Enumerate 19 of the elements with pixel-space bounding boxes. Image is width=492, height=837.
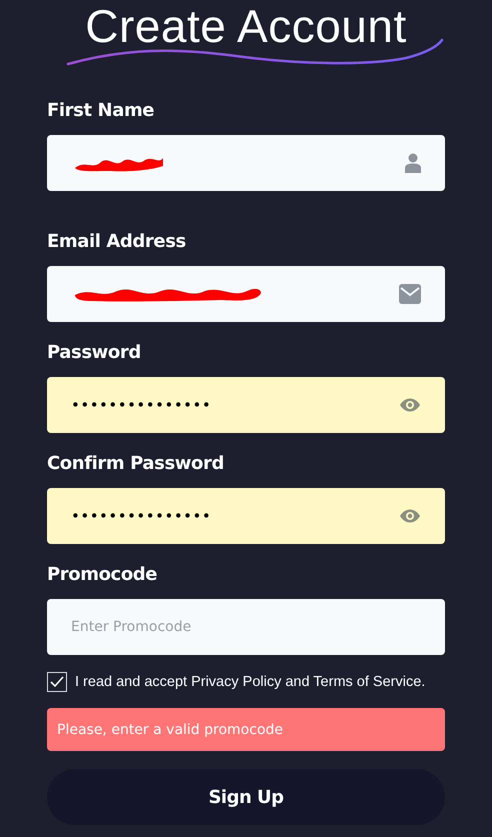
- input-field[interactable]: •••••••••••••••: [47, 377, 445, 433]
- input-field[interactable]: [47, 135, 445, 191]
- check-icon: [50, 676, 64, 688]
- error-message: Please, enter a valid promocode: [47, 708, 445, 751]
- sign-up-button[interactable]: Sign Up: [47, 769, 445, 825]
- checkbox[interactable]: [47, 672, 67, 692]
- terms-text: I read and accept Privacy Policy and Terms of Service.: [75, 674, 426, 690]
- field-label: Confirm Password: [47, 453, 225, 475]
- field-label: Password: [47, 342, 142, 364]
- input-field[interactable]: •••••••••••••••: [47, 488, 445, 544]
- page-title: Create Account: [85, 0, 407, 52]
- eye-icon[interactable]: [399, 398, 421, 412]
- mail-icon: [399, 284, 421, 304]
- input-field[interactable]: [47, 266, 445, 322]
- eye-icon[interactable]: [399, 509, 421, 523]
- field-label: First Name: [47, 100, 156, 122]
- person-icon: [405, 153, 421, 173]
- field-label: Email Address: [47, 231, 187, 253]
- field-label: Promocode: [47, 564, 158, 586]
